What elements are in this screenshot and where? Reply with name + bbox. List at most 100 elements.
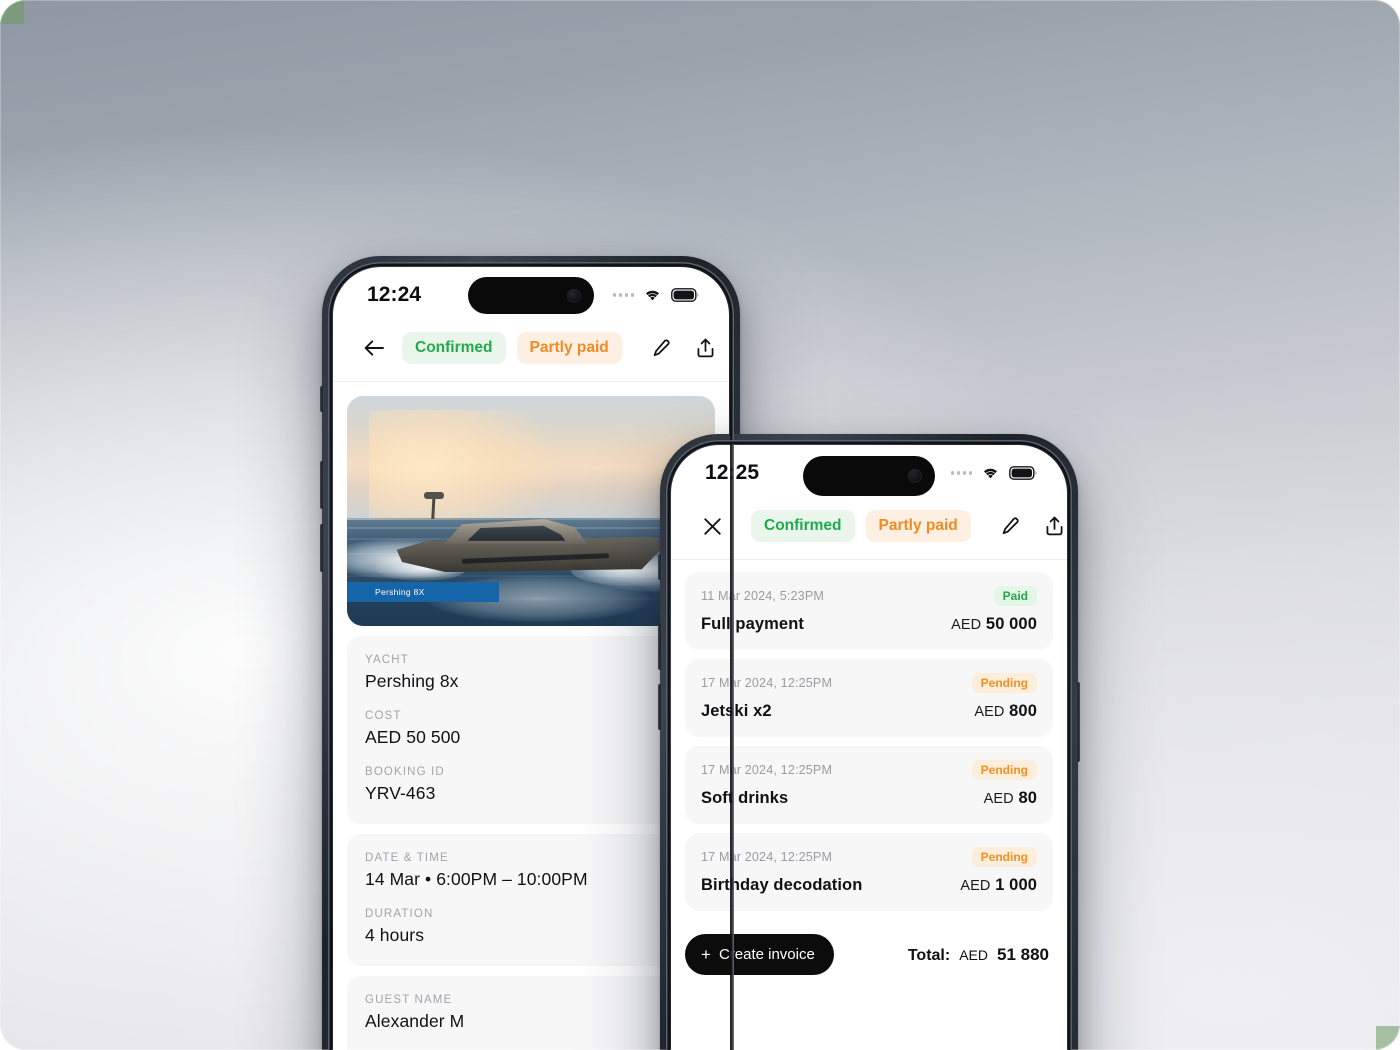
total-currency: AED (959, 946, 988, 963)
phone-device-right: 12:25 Confirmed Partly paid 11 Mar 2024,… (658, 434, 1080, 1050)
field-value: 4 hours (365, 925, 425, 945)
field-duration: DURATION 4 hours (365, 908, 697, 946)
field-booking-id: BOOKING ID YRV-463 (365, 766, 697, 804)
payment-amount: AED 1 000 (960, 876, 1037, 895)
total-display: Total: AED 51 880 (908, 945, 1049, 965)
status-indicators-left (612, 288, 700, 302)
payment-date: 17 Mar 2024, 12:25PM (701, 763, 833, 777)
payment-status-badge: Pending (971, 673, 1037, 693)
mute-action-button-left[interactable] (320, 386, 324, 412)
signal-dots-icon-left (612, 293, 634, 297)
payment-value: 800 (1009, 702, 1037, 720)
payment-status-chip-left[interactable]: Partly paid (516, 332, 622, 364)
payment-currency: AED (983, 791, 1014, 807)
power-button-right[interactable] (1076, 682, 1080, 762)
wifi-icon-left (643, 288, 662, 302)
status-indicators-right (950, 466, 1038, 480)
field-guest-name: GUEST NAME Alexander M (365, 994, 697, 1032)
field-value: 14 Mar • 6:00PM – 10:00PM (365, 869, 588, 889)
dynamic-island-left (468, 277, 594, 314)
payment-date: 11 Mar 2024, 5:23PM (701, 589, 825, 603)
total-label: Total: (907, 946, 951, 964)
battery-icon-left (671, 288, 699, 302)
corner-hint-top-left (0, 0, 24, 24)
yacht-illustration (374, 491, 697, 587)
wifi-icon-right (981, 466, 1000, 480)
mute-action-button-right[interactable] (658, 554, 662, 580)
volume-down-button-right[interactable] (658, 684, 662, 730)
field-label: DURATION (365, 908, 434, 920)
payment-date: 17 Mar 2024, 12:25PM (701, 676, 833, 690)
payment-list[interactable]: 11 Mar 2024, 5:23PM Paid Full payment AE… (671, 560, 1067, 911)
payment-currency: AED (974, 704, 1005, 720)
field-label: GUEST NAME (365, 994, 453, 1006)
payment-row[interactable]: 11 Mar 2024, 5:23PM Paid Full payment AE… (685, 572, 1053, 650)
scene-backdrop: 12:24 Confirmed Partly paid Pershing 8X … (0, 0, 1400, 1050)
field-label: YACHT (365, 654, 409, 666)
payment-row-bottom: Soft drinks AED 80 (701, 789, 1037, 808)
battery-icon-right (1009, 466, 1037, 480)
back-button[interactable] (357, 331, 391, 365)
booking-status-chip-left[interactable]: Confirmed (402, 332, 506, 364)
payment-title: Jetski x2 (701, 702, 772, 720)
edit-pencil-button-right[interactable] (993, 509, 1027, 543)
share-button-left[interactable] (689, 331, 723, 365)
total-amount: 51 880 (997, 944, 1049, 964)
payment-title: Birthday decodation (701, 876, 863, 894)
payment-currency: AED (951, 617, 982, 633)
create-invoice-label: Create invoice (718, 946, 815, 963)
field-value: Alexander M (365, 1011, 465, 1031)
booking-status-chip-right[interactable]: Confirmed (751, 510, 855, 542)
signal-dots-icon-right (950, 471, 972, 475)
volume-up-button-right[interactable] (658, 624, 662, 670)
volume-down-button-left[interactable] (320, 524, 324, 572)
payment-title: Soft drinks (701, 789, 789, 807)
front-camera-icon-right (908, 469, 922, 483)
payment-row-bottom: Jetski x2 AED 800 (701, 702, 1037, 721)
payment-status-badge: Pending (971, 760, 1037, 780)
payment-row[interactable]: 17 Mar 2024, 12:25PM Pending Birthday de… (685, 833, 1053, 911)
field-cost: COST AED 50 500 (365, 710, 697, 748)
dynamic-island-right (803, 456, 935, 496)
field-value: AED 50 500 (365, 727, 461, 747)
status-time-left: 12:24 (367, 283, 422, 306)
phone-screen-right: 12:25 Confirmed Partly paid 11 Mar 2024,… (671, 445, 1067, 1050)
payment-currency: AED (960, 878, 991, 894)
front-camera-icon-left (567, 288, 581, 303)
payment-status-chip-right[interactable]: Partly paid (865, 510, 971, 542)
payment-row-bottom: Full payment AED 50 000 (701, 615, 1037, 634)
nav-bar-right: Confirmed Partly paid (671, 501, 1067, 560)
close-button[interactable] (695, 509, 729, 543)
edit-pencil-button-left[interactable] (644, 331, 678, 365)
field-yacht: YACHT Pershing 8x (365, 654, 697, 692)
field-label: BOOKING ID (365, 766, 445, 778)
payment-status-badge: Pending (971, 847, 1037, 867)
volume-up-button-left[interactable] (320, 461, 324, 509)
field-date-time: DATE & TIME 14 Mar • 6:00PM – 10:00PM (365, 852, 697, 890)
field-value: Pershing 8x (365, 671, 459, 691)
status-time-right: 12:25 (705, 461, 760, 484)
payment-row-bottom: Birthday decodation AED 1 000 (701, 876, 1037, 895)
payment-row-top: 17 Mar 2024, 12:25PM Pending (701, 847, 1037, 867)
share-button-right[interactable] (1038, 509, 1067, 543)
payment-value: 80 (1018, 789, 1037, 807)
corner-hint-bottom-right (1376, 1026, 1400, 1050)
payment-row-top: 17 Mar 2024, 12:25PM Pending (701, 673, 1037, 693)
nav-bar-left: Confirmed Partly paid (333, 323, 729, 382)
payment-amount: AED 80 (984, 789, 1037, 808)
payment-amount: AED 50 000 (951, 615, 1037, 634)
create-invoice-button[interactable]: + Create invoice (685, 934, 834, 975)
payment-row[interactable]: 17 Mar 2024, 12:25PM Pending Soft drinks… (685, 746, 1053, 824)
payment-value: 1 000 (995, 876, 1037, 894)
plus-icon: + (701, 945, 711, 964)
payment-date: 17 Mar 2024, 12:25PM (701, 850, 833, 864)
payment-row-top: 11 Mar 2024, 5:23PM Paid (701, 586, 1037, 606)
field-label: DATE & TIME (365, 852, 449, 864)
payment-row[interactable]: 17 Mar 2024, 12:25PM Pending Jetski x2 A… (685, 659, 1053, 737)
payment-value: 50 000 (985, 615, 1037, 633)
field-value: YRV-463 (365, 783, 436, 803)
yacht-photo-caption: Pershing 8X (347, 582, 499, 602)
payment-row-top: 17 Mar 2024, 12:25PM Pending (701, 760, 1037, 780)
field-label: COST (365, 710, 402, 722)
payment-footer-bar: + Create invoice Total: AED 51 880 (671, 920, 1067, 985)
